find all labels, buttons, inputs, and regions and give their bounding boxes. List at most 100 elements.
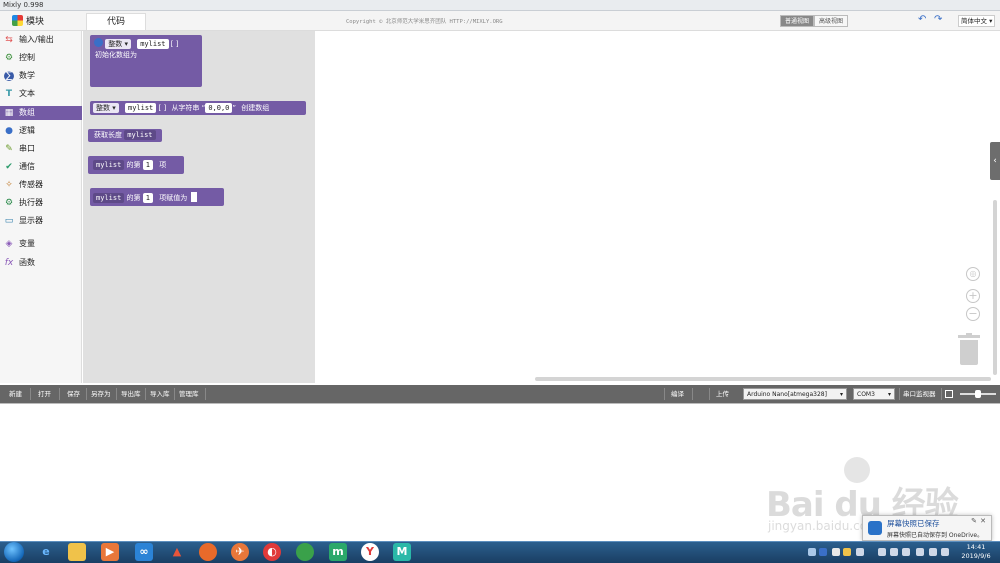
var-name-field[interactable]: mylist (93, 193, 125, 203)
code-tab[interactable]: 代码 (86, 13, 146, 30)
sidebar-item-text[interactable]: T 文本 (0, 87, 82, 101)
tray-icon[interactable] (929, 548, 937, 556)
sidebar-item-array[interactable]: ▦ 数组 (0, 106, 82, 120)
bottom-toolbar: 新建 打开 保存 另存为 导出库 导入库 管理库 编译 上传 Arduino N… (0, 385, 1000, 403)
sidebar-item-sensor[interactable]: ✧ 传感器 (0, 178, 82, 192)
var-name-field[interactable]: mylist (93, 160, 125, 170)
vertical-scrollbar[interactable] (993, 200, 997, 375)
tray-icon[interactable] (941, 548, 949, 556)
advanced-view-button[interactable]: 高级视图 (814, 15, 849, 27)
sidebar-item-control[interactable]: ⚙ 控制 (0, 51, 82, 65)
value-socket[interactable] (191, 192, 198, 202)
recenter-icon[interactable]: ◎ (966, 267, 980, 281)
open-button[interactable]: 打开 (38, 385, 51, 403)
board-select[interactable]: Arduino Nano[atmega328] ▾ (743, 388, 847, 400)
create-array-label: 创建数组 (241, 104, 270, 112)
actuator-icon: ⚙ (4, 198, 14, 208)
mixly-app-icon[interactable]: M (393, 543, 411, 561)
redo-icon[interactable]: ↷ (934, 14, 942, 25)
type-dropdown[interactable]: 整数 ▾ (105, 39, 131, 49)
init-array-block[interactable]: 整数 ▾ mylist [ ] 初始化数组为 (90, 35, 202, 87)
slider-handle[interactable] (975, 390, 981, 398)
sidebar-item-actuator[interactable]: ⚙ 执行器 (0, 196, 82, 210)
trash-icon[interactable] (958, 333, 980, 365)
undo-icon[interactable]: ↶ (918, 14, 926, 25)
string-value-field[interactable]: 0,0,0 (205, 103, 233, 113)
category-sidebar: ⇆ 输入/输出 ⚙ 控制 ∑ 数学 T 文本 ▦ 数组 ● 逻辑 ✎ 串口 ✔ 通信 ✧ 传感器 … (0, 31, 82, 383)
simple-view-button[interactable]: 普通视图 (780, 15, 815, 27)
sidebar-item-math[interactable]: ∑ 数学 (0, 69, 82, 83)
app-icon[interactable]: ✈ (231, 543, 249, 561)
export-library-button[interactable]: 导出库 (121, 385, 141, 403)
type-dropdown[interactable]: 整数 ▾ (93, 103, 119, 113)
port-select[interactable]: COM3 ▾ (853, 388, 895, 400)
settings-icon[interactable]: ✎ (971, 517, 977, 525)
text-icon: T (5, 89, 13, 99)
security-icon[interactable] (843, 548, 851, 556)
network-icon[interactable]: ∞ (135, 543, 153, 561)
network-tray-icon[interactable] (856, 548, 864, 556)
sidebar-item-logic[interactable]: ● 逻辑 (0, 124, 82, 138)
array-set-item-block[interactable]: mylist 的第 1 项赋值为 (90, 188, 224, 206)
onedrive-notification[interactable]: 屏幕快照已保存 屏幕快照已自动保存到 OneDrive。 ✎ ✕ (862, 515, 992, 541)
volume-icon[interactable] (878, 548, 886, 556)
zoom-out-icon[interactable]: − (966, 307, 980, 321)
compile-button[interactable]: 编译 (671, 385, 684, 403)
sidebar-item-variable[interactable]: ◈ 变量 (0, 237, 82, 251)
tray-icon[interactable] (890, 548, 898, 556)
clock[interactable]: 14:41 2019/9/6 (958, 543, 994, 561)
notification-title: 屏幕快照已保存 (887, 519, 940, 528)
explorer-icon[interactable] (68, 543, 86, 561)
tray-icon[interactable] (808, 548, 816, 556)
save-as-button[interactable]: 另存为 (91, 385, 111, 403)
import-library-button[interactable]: 导入库 (150, 385, 170, 403)
toolbar-divider (86, 388, 87, 400)
horizontal-scrollbar[interactable] (535, 377, 991, 381)
media-player-icon[interactable]: ▶ (101, 543, 119, 561)
manage-library-button[interactable]: 管理库 (179, 385, 199, 403)
toolbar-divider (709, 388, 710, 400)
code-workspace[interactable] (316, 31, 1000, 383)
sidebar-item-label: 执行器 (19, 198, 43, 207)
control-icon: ⚙ (4, 53, 14, 63)
ie-icon[interactable]: e (37, 543, 55, 561)
netease-icon[interactable]: ◐ (263, 543, 281, 561)
help-icon[interactable] (819, 548, 827, 556)
matlab-icon[interactable]: ▲ (168, 543, 186, 561)
sidebar-item-comm[interactable]: ✔ 通信 (0, 160, 82, 174)
sensor-icon: ✧ (5, 180, 13, 190)
new-button[interactable]: 新建 (9, 385, 22, 403)
array-length-block[interactable]: 获取长度 mylist (88, 129, 162, 142)
var-name-field[interactable]: mylist (137, 39, 169, 49)
close-icon[interactable]: ✕ (980, 517, 986, 525)
chrome-icon[interactable] (296, 543, 314, 561)
sidebar-item-display[interactable]: ▭ 显示器 (0, 214, 82, 228)
index-field[interactable]: 1 (142, 160, 153, 170)
zoom-in-icon[interactable]: + (966, 289, 980, 303)
gear-icon[interactable] (94, 38, 103, 47)
var-name-field[interactable]: mylist (124, 103, 157, 113)
chevron-down-icon: ▾ (839, 391, 843, 398)
array-get-item-block[interactable]: mylist 的第 1 项 (88, 156, 184, 174)
sidebar-item-function[interactable]: fx 函数 (0, 256, 82, 270)
sidebar-item-io[interactable]: ⇆ 输入/输出 (0, 33, 82, 47)
index-field[interactable]: 1 (142, 193, 153, 203)
display-icon: ▭ (4, 216, 14, 226)
copyright-text: Copyright © 北京师范大学米思齐团队 HTTP://MIXLY.ORG (346, 19, 503, 25)
tray-icon[interactable] (902, 548, 910, 556)
serial-monitor-button[interactable]: 串口监视器 (903, 385, 936, 403)
save-button[interactable]: 保存 (67, 385, 80, 403)
tray-icon[interactable] (916, 548, 924, 556)
sidebar-item-serial[interactable]: ✎ 串口 (0, 142, 82, 156)
firefox-icon[interactable] (199, 543, 217, 561)
language-select[interactable]: 简体中文 ▾ (958, 15, 996, 27)
upload-button[interactable]: 上传 (716, 385, 729, 403)
chevron-left-icon[interactable]: ‹ (990, 142, 1000, 180)
start-button-icon[interactable] (4, 542, 24, 562)
var-name-field[interactable]: mylist (124, 130, 156, 140)
array-from-string-block[interactable]: 整数 ▾ mylist [ ] 从字符串 “0,0,0” 创建数组 (90, 101, 306, 115)
yandex-icon[interactable]: Y (361, 543, 379, 561)
mixly-m-icon[interactable]: m (329, 543, 347, 561)
fullscreen-icon[interactable] (945, 390, 953, 398)
tray-icon[interactable] (832, 548, 840, 556)
